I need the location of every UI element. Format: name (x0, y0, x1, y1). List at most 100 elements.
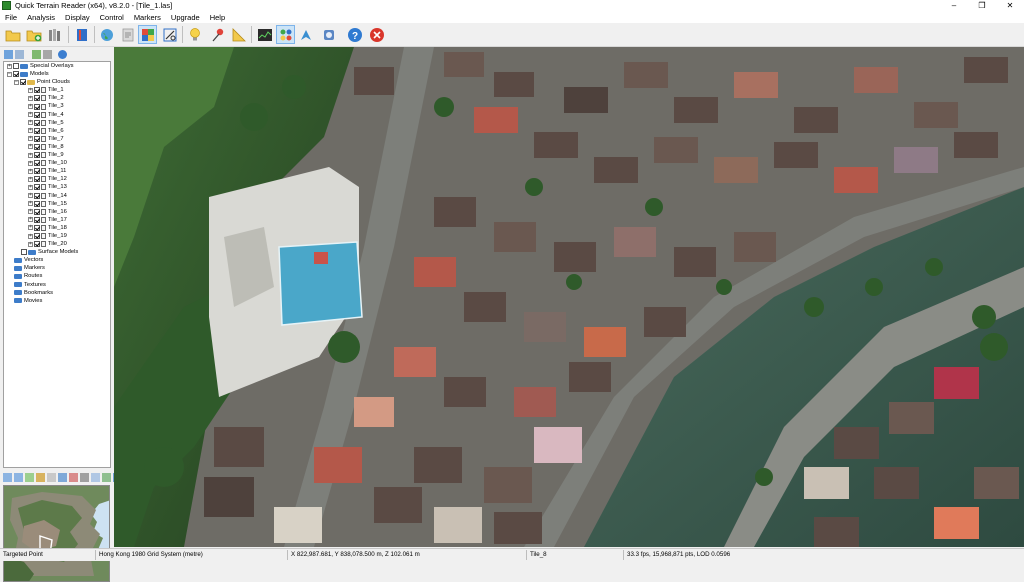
tree-item-tile[interactable]: + Tile_7 (4, 135, 110, 143)
menu-control[interactable]: Control (95, 13, 129, 22)
3d-viewport[interactable] (114, 47, 1024, 547)
tree-item-tile[interactable]: + Tile_9 (4, 151, 110, 159)
checkbox[interactable] (34, 143, 40, 150)
expand-icon[interactable]: + (28, 201, 33, 207)
tree-item-surface-models[interactable]: Surface Models (4, 248, 110, 256)
menu-help[interactable]: Help (205, 13, 230, 22)
expand-icon[interactable]: + (28, 87, 33, 93)
expand-icon[interactable]: + (28, 241, 33, 247)
expand-icon[interactable]: + (28, 104, 33, 110)
tree-item-tile[interactable]: + Tile_19 (4, 232, 110, 240)
tree-item-vectors[interactable]: Vectors (4, 256, 110, 264)
checkbox[interactable] (34, 208, 40, 215)
collapse-panel-icon[interactable] (4, 49, 13, 59)
tree-item-movies[interactable]: Movies (4, 297, 110, 305)
checkbox[interactable] (34, 176, 40, 183)
checkbox[interactable] (34, 103, 40, 110)
center-icon[interactable] (58, 472, 67, 482)
expand-icon[interactable]: + (28, 176, 33, 182)
tree-item-tile[interactable]: + Tile_20 (4, 240, 110, 248)
checkbox[interactable] (34, 160, 40, 167)
collapse-icon[interactable]: − (7, 71, 12, 77)
measure-icon[interactable] (160, 25, 179, 44)
checkbox[interactable] (34, 119, 40, 126)
folder-small-icon[interactable] (36, 472, 45, 482)
menu-analysis[interactable]: Analysis (22, 13, 60, 22)
expand-icon[interactable]: + (28, 160, 33, 166)
add-folder-icon[interactable] (24, 25, 43, 44)
expand-icon[interactable]: + (28, 184, 33, 190)
layer-properties-icon[interactable] (43, 49, 52, 59)
checkbox[interactable] (34, 87, 40, 94)
restore-button[interactable]: ❒ (968, 0, 996, 11)
checkbox[interactable] (13, 71, 19, 78)
tree-item-tile[interactable]: + Tile_13 (4, 183, 110, 191)
expand-icon[interactable]: + (28, 152, 33, 158)
checkbox[interactable] (34, 200, 40, 207)
expand-icon[interactable]: + (28, 112, 33, 118)
layers-stack-icon[interactable] (45, 25, 64, 44)
settings-icon[interactable] (80, 472, 89, 482)
checkbox[interactable] (34, 192, 40, 199)
expand-icon[interactable]: + (28, 120, 33, 126)
clipboard-icon[interactable] (118, 25, 137, 44)
tree-item-tile[interactable]: + Tile_6 (4, 127, 110, 135)
tree-item-tile[interactable]: + Tile_17 (4, 216, 110, 224)
tree-item-tile[interactable]: + Tile_18 (4, 224, 110, 232)
tree-item-textures[interactable]: Textures (4, 281, 110, 289)
tree-item-routes[interactable]: Routes (4, 272, 110, 280)
help-icon[interactable]: ? (345, 25, 364, 44)
tree-item-models[interactable]: − Models (4, 70, 110, 78)
properties-icon[interactable] (47, 472, 56, 482)
point-cloud-render[interactable] (114, 47, 1024, 547)
expand-icon[interactable]: + (28, 225, 33, 231)
book-icon[interactable] (72, 25, 91, 44)
checkbox[interactable] (13, 63, 19, 70)
tree-item-tile[interactable]: + Tile_14 (4, 192, 110, 200)
globe-icon[interactable] (97, 25, 116, 44)
minimize-button[interactable]: – (940, 0, 968, 11)
checkbox[interactable] (34, 184, 40, 191)
checkbox[interactable] (34, 216, 40, 223)
checkbox[interactable] (20, 79, 26, 86)
tree-item-point-clouds[interactable]: − Point Clouds (4, 78, 110, 86)
move-up-icon[interactable] (3, 472, 12, 482)
export-icon[interactable] (102, 472, 111, 482)
show-icon[interactable] (25, 472, 34, 482)
menu-markers[interactable]: Markers (129, 13, 166, 22)
tree-item-markers[interactable]: Markers (4, 264, 110, 272)
ruler-triangle-icon[interactable] (229, 25, 248, 44)
tree-item-tile[interactable]: + Tile_4 (4, 111, 110, 119)
menu-upgrade[interactable]: Upgrade (166, 13, 205, 22)
menu-display[interactable]: Display (60, 13, 95, 22)
tree-item-tile[interactable]: + Tile_5 (4, 119, 110, 127)
tree-item-tile[interactable]: + Tile_11 (4, 167, 110, 175)
expand-icon[interactable]: + (28, 128, 33, 134)
tree-item-tile[interactable]: + Tile_15 (4, 200, 110, 208)
fly-icon[interactable] (296, 25, 315, 44)
menu-file[interactable]: File (0, 13, 22, 22)
expand-icon[interactable]: + (7, 63, 12, 69)
tree-item-tile[interactable]: + Tile_10 (4, 159, 110, 167)
move-down-icon[interactable] (14, 472, 23, 482)
expand-icon[interactable]: + (28, 168, 33, 174)
zoom-icon[interactable] (91, 472, 100, 482)
grid-view-icon[interactable] (276, 25, 295, 44)
tree-item-tile[interactable]: + Tile_3 (4, 102, 110, 110)
checkbox[interactable] (34, 152, 40, 159)
remove-icon[interactable] (69, 472, 78, 482)
checkbox[interactable] (34, 111, 40, 118)
expand-icon[interactable]: + (28, 95, 33, 101)
overview-minimap[interactable] (3, 485, 110, 582)
checkbox[interactable] (34, 224, 40, 231)
tree-item-tile[interactable]: + Tile_8 (4, 143, 110, 151)
close-window-button[interactable]: ✕ (996, 0, 1024, 11)
expand-icon[interactable]: + (28, 209, 33, 215)
tree-item-tile[interactable]: + Tile_1 (4, 86, 110, 94)
checkbox[interactable] (34, 241, 40, 248)
checkbox[interactable] (34, 95, 40, 102)
expand-icon[interactable]: + (28, 136, 33, 142)
profile-graph-icon[interactable] (255, 25, 274, 44)
lightbulb-icon[interactable] (185, 25, 204, 44)
marker-pin-icon[interactable] (208, 25, 227, 44)
